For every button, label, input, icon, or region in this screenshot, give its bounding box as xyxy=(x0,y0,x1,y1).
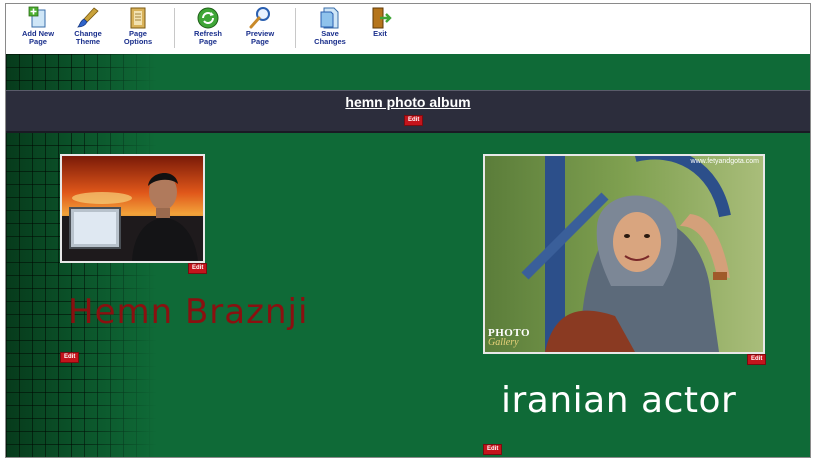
page-options-icon xyxy=(130,7,146,29)
refresh-page-label: Refresh Page xyxy=(194,29,222,46)
toolbar-separator xyxy=(174,8,175,48)
refresh-icon xyxy=(197,7,219,29)
page-options-label: Page Options xyxy=(123,29,153,46)
actress-photo-image xyxy=(485,156,763,352)
exit-label: Exit xyxy=(373,29,387,38)
save-changes-button[interactable]: Save Changes xyxy=(306,4,354,52)
save-icon xyxy=(320,7,339,29)
page-canvas: hemn photo album Edit Edit Hemn Braznji … xyxy=(6,54,810,457)
editor-window: Add New Page Change Theme Page Options R… xyxy=(5,3,811,458)
preview-page-label: Preview Page xyxy=(245,29,275,46)
edit-title-button[interactable]: Edit xyxy=(404,115,424,126)
exit-door-icon xyxy=(372,7,392,29)
change-theme-label: Change Theme xyxy=(74,29,102,46)
change-theme-button[interactable]: Change Theme xyxy=(64,4,112,52)
album-title-bar: hemn photo album Edit xyxy=(6,90,810,133)
caption-text[interactable]: iranian actor xyxy=(501,380,736,421)
magnifier-icon xyxy=(249,7,270,29)
refresh-page-button[interactable]: Refresh Page xyxy=(184,4,232,52)
edit-name-button[interactable]: Edit xyxy=(60,352,80,363)
save-changes-label: Save Changes xyxy=(314,29,346,46)
toolbar-separator xyxy=(295,8,296,48)
photo-gallery-logo: PHOTO Gallery xyxy=(488,328,530,348)
gallery-logo-line2: Gallery xyxy=(488,337,519,348)
add-new-page-label: Add New Page xyxy=(21,29,55,46)
preview-page-button[interactable]: Preview Page xyxy=(236,4,284,52)
edit-caption-button[interactable]: Edit xyxy=(483,444,503,455)
exit-button[interactable]: Exit xyxy=(358,4,402,52)
page-options-button[interactable]: Page Options xyxy=(114,4,162,52)
editor-toolbar: Add New Page Change Theme Page Options R… xyxy=(6,4,810,54)
edit-photo2-button[interactable]: Edit xyxy=(747,354,767,365)
add-new-page-button[interactable]: Add New Page xyxy=(14,4,62,52)
add-page-icon xyxy=(28,6,46,28)
album-title[interactable]: hemn photo album xyxy=(6,94,810,110)
paint-brush-icon xyxy=(77,7,99,28)
profile-photo-image xyxy=(62,156,203,261)
profile-photo[interactable] xyxy=(60,154,205,263)
photo-watermark: www.fetyandgota.com xyxy=(690,158,759,165)
edit-photo-button[interactable]: Edit xyxy=(188,263,208,274)
name-text[interactable]: Hemn Braznji xyxy=(68,292,308,332)
actress-photo[interactable]: www.fetyandgota.com PHOTO Gallery xyxy=(483,154,765,354)
